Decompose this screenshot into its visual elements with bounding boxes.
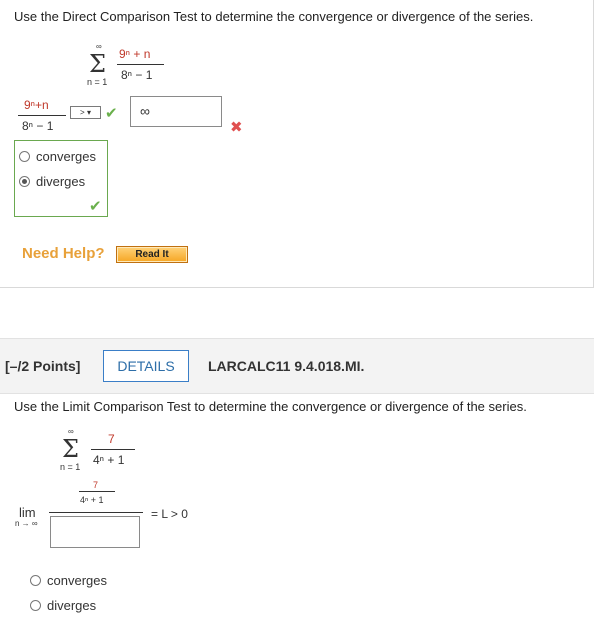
radio-diverges-q2[interactable]: diverges: [30, 598, 130, 614]
radio-button-selected[interactable]: [19, 176, 30, 187]
series-numerator: 7: [108, 432, 115, 446]
sigma-symbol: Σ: [62, 435, 79, 463]
lim-label: lim: [19, 505, 36, 520]
sigma-symbol: Σ: [89, 50, 106, 78]
cross-icon: ✖: [230, 119, 243, 136]
comparison-denominator: 8ⁿ − 1: [22, 119, 54, 133]
limit-result: = L > 0: [151, 507, 188, 521]
question-1-prompt: Use the Direct Comparison Test to determ…: [14, 9, 534, 24]
radio-button[interactable]: [30, 575, 41, 586]
comparison-value-input[interactable]: ∞: [130, 96, 222, 127]
points-label: [–/2 Points]: [5, 358, 81, 374]
comparison-select-value: >: [80, 108, 85, 117]
sum-lower-limit: n = 1: [87, 77, 108, 87]
radio-converges-q2[interactable]: converges: [30, 573, 130, 589]
read-it-button[interactable]: Read It: [116, 246, 188, 263]
comparison-select[interactable]: > ▾: [70, 106, 101, 119]
check-icon: ✔: [89, 198, 102, 215]
series-denominator: 4ⁿ + 1: [93, 453, 125, 467]
radio-diverges-q1[interactable]: diverges: [19, 174, 99, 190]
radio-button[interactable]: [19, 151, 30, 162]
series-fraction-bar: [91, 449, 135, 450]
question-2-prompt: Use the Limit Comparison Test to determi…: [14, 399, 527, 414]
inner-numerator: 7: [93, 480, 99, 490]
comparison-numerator: 9ⁿ+n: [24, 98, 49, 112]
comparison-fraction-bar: [18, 115, 66, 116]
check-icon: ✔: [105, 105, 118, 122]
radio-label: converges: [47, 573, 107, 588]
series-denominator: 8ⁿ − 1: [121, 68, 153, 82]
comparison-value-text: ∞: [140, 103, 150, 119]
problem-reference: LARCALC11 9.4.018.MI.: [208, 358, 365, 374]
limit-fraction-bar: [49, 512, 143, 513]
details-button[interactable]: DETAILS: [103, 350, 189, 382]
radio-label: diverges: [36, 174, 86, 189]
radio-converges-q1[interactable]: converges: [19, 149, 99, 165]
need-help-label: Need Help?: [22, 245, 105, 262]
sum-lower-limit: n = 1: [60, 462, 81, 472]
radio-button[interactable]: [30, 600, 41, 611]
lim-subscript: n → ∞: [15, 519, 38, 528]
inner-denominator: 4ⁿ + 1: [80, 495, 104, 505]
inner-fraction-bar: [79, 491, 115, 492]
radio-label: converges: [36, 149, 96, 164]
series-numerator: 9ⁿ + n: [119, 47, 151, 61]
limit-denominator-input[interactable]: [50, 516, 140, 548]
radio-label: diverges: [47, 598, 97, 613]
chevron-down-icon: ▾: [86, 108, 91, 117]
series-fraction-bar: [117, 64, 164, 65]
